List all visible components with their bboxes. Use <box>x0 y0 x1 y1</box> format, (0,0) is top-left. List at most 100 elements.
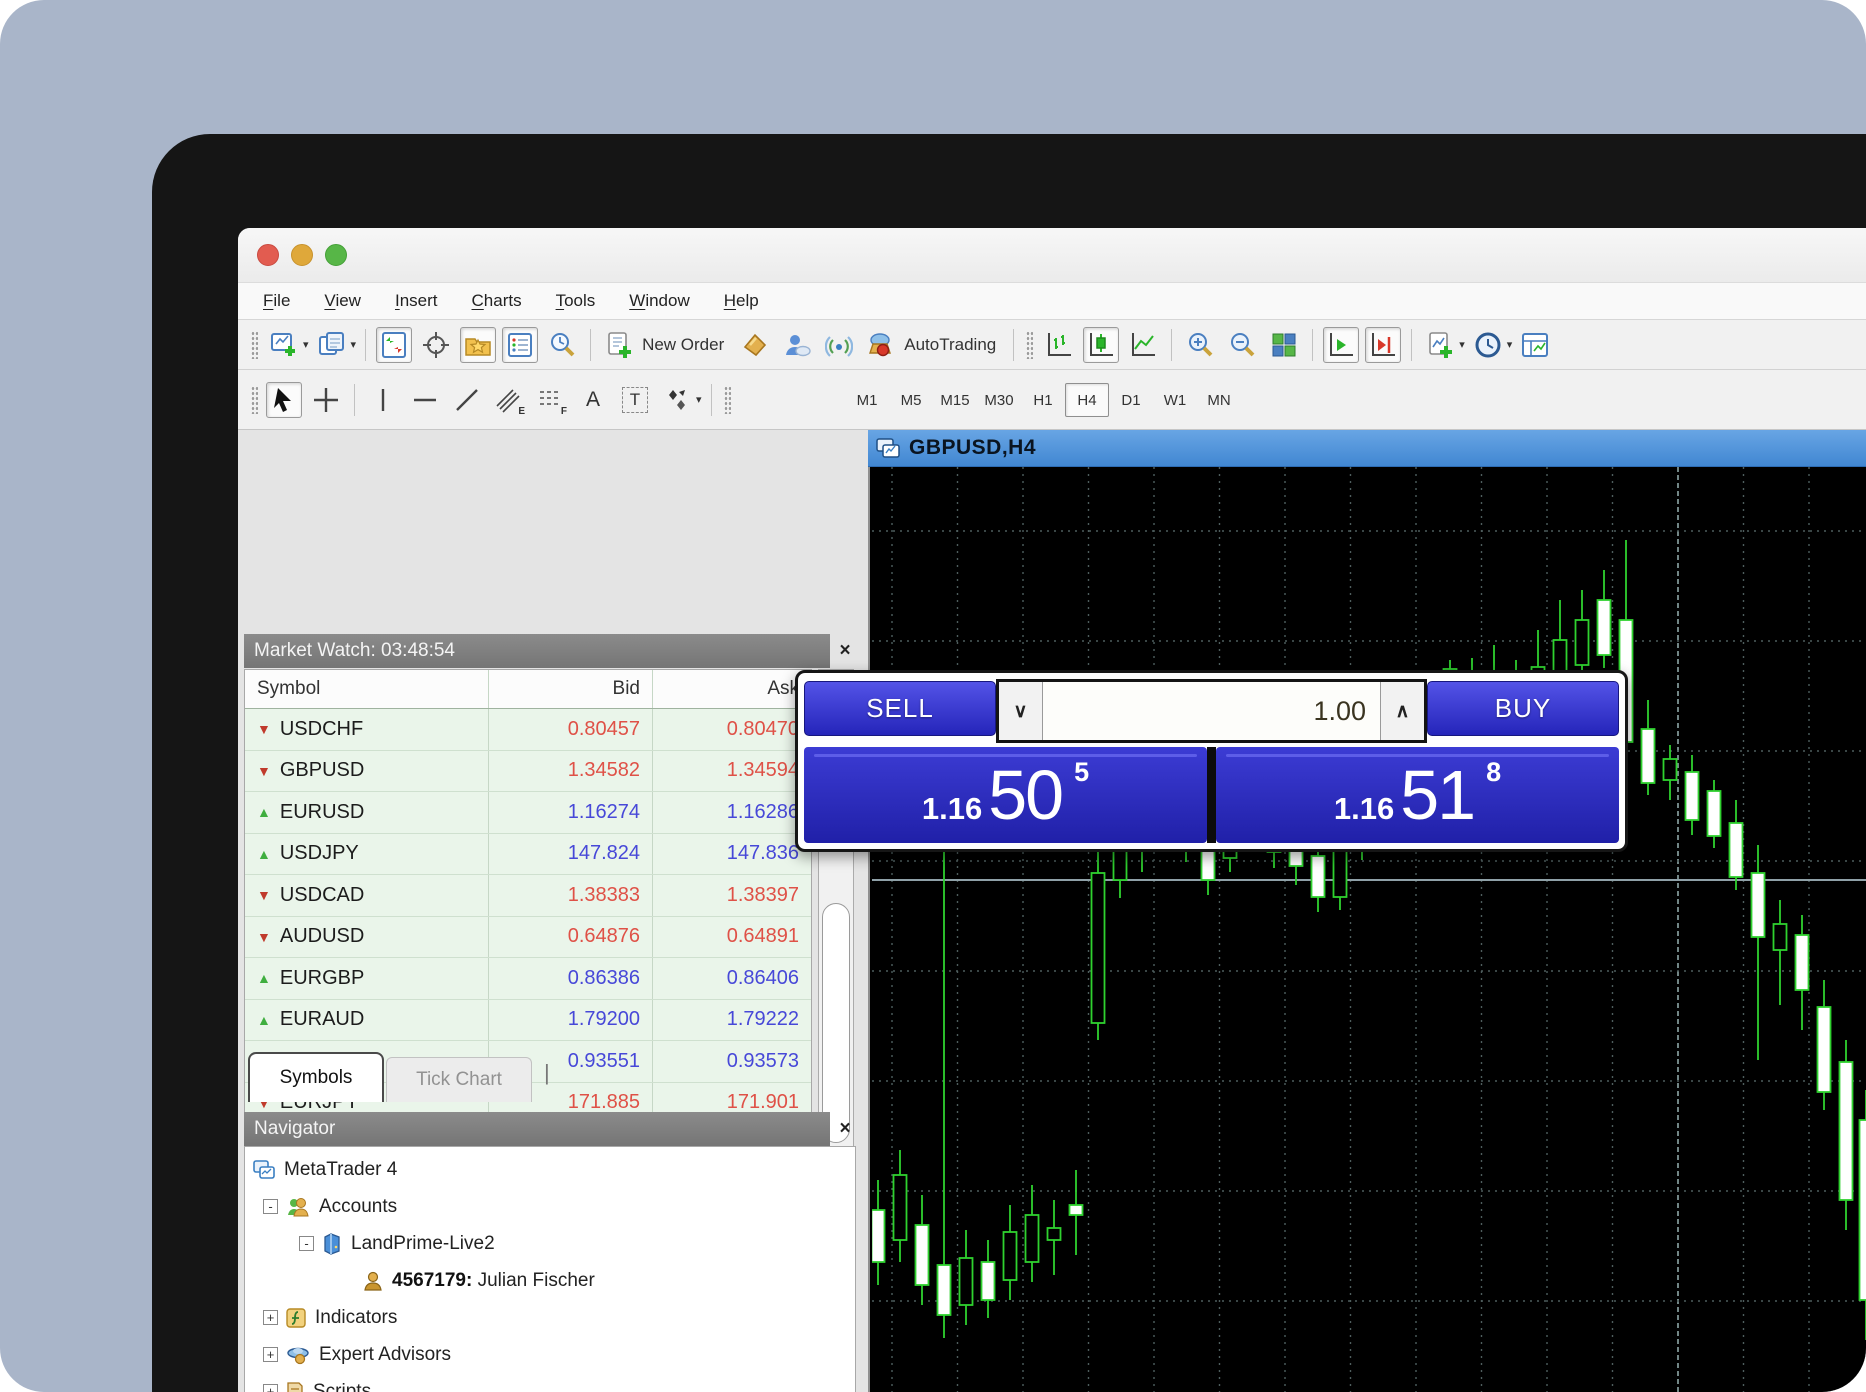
channel-tool-button[interactable]: E <box>491 382 527 418</box>
text-label-tool-button[interactable]: T <box>617 382 653 418</box>
new-chart-button[interactable] <box>266 327 302 363</box>
buy-price-panel[interactable]: 1.16 51 8 <box>1216 747 1619 843</box>
chevron-down-icon[interactable]: ▾ <box>1507 338 1513 351</box>
autotrading-button[interactable] <box>863 327 899 363</box>
buy-button[interactable]: BUY <box>1427 681 1619 736</box>
market-watch-close-button[interactable]: × <box>834 638 856 664</box>
profiles-button[interactable] <box>314 327 350 363</box>
menu-item-charts[interactable]: Charts <box>455 291 539 311</box>
candlestick-mode-button[interactable] <box>1083 327 1119 363</box>
toolbar-grip[interactable] <box>251 386 258 414</box>
table-row-usdcad[interactable]: ▼USDCAD1.383831.38397 <box>245 875 811 917</box>
cursor-tool-button[interactable] <box>266 382 302 418</box>
sell-price-panel[interactable]: 1.16 50 5 <box>804 747 1207 843</box>
nav-item-metatrader-4[interactable]: MetaTrader 4 <box>245 1151 855 1188</box>
toolbar-grip[interactable] <box>724 386 731 414</box>
nav-item-landprime-live2[interactable]: -LandPrime-Live2 <box>245 1225 855 1262</box>
timeframe-H4[interactable]: H4 <box>1065 383 1109 417</box>
column-header-ask[interactable]: Ask <box>653 670 811 708</box>
fibonacci-tool-button[interactable]: F <box>533 382 569 418</box>
chevron-down-icon[interactable]: ▾ <box>351 338 357 351</box>
new-order-label[interactable]: New Order <box>642 335 724 355</box>
tree-expander[interactable]: - <box>263 1199 278 1214</box>
menu-item-help[interactable]: Help <box>707 291 776 311</box>
table-row-gbpusd[interactable]: ▼GBPUSD1.345821.34594 <box>245 751 811 793</box>
templates-button[interactable] <box>1517 327 1553 363</box>
timeframe-M15[interactable]: M15 <box>933 383 977 417</box>
timeframe-M1[interactable]: M1 <box>845 383 889 417</box>
new-order-button[interactable] <box>601 327 637 363</box>
nav-item-4567179[interactable]: 4567179: Julian Fischer <box>245 1262 855 1299</box>
menu-item-file[interactable]: File <box>246 291 307 311</box>
line-chart-mode-button[interactable] <box>1125 327 1161 363</box>
nav-item-indicators[interactable]: +Indicators <box>245 1299 855 1336</box>
sell-button[interactable]: SELL <box>804 681 996 736</box>
market-watch-toggle-button[interactable] <box>376 327 412 363</box>
vertical-line-tool-button[interactable] <box>365 382 401 418</box>
timeframe-MN[interactable]: MN <box>1197 383 1241 417</box>
chart-area[interactable] <box>868 467 1866 1392</box>
tab-symbols[interactable]: Symbols <box>248 1052 384 1102</box>
volume-decrease-button[interactable]: ∨ <box>999 682 1043 740</box>
timeframe-W1[interactable]: W1 <box>1153 383 1197 417</box>
text-tool-button[interactable]: A <box>575 382 611 418</box>
table-row-euraud[interactable]: ▲EURAUD1.792001.79222 <box>245 1000 811 1042</box>
tree-expander[interactable]: + <box>263 1310 278 1325</box>
nav-item-scripts[interactable]: +Scripts <box>245 1373 855 1392</box>
chevron-down-icon[interactable]: ▾ <box>303 338 309 351</box>
tile-windows-button[interactable] <box>1266 327 1302 363</box>
toolbar-grip[interactable] <box>1026 331 1033 359</box>
tree-expander[interactable]: + <box>263 1347 278 1362</box>
arrows-tool-button[interactable] <box>659 382 695 418</box>
periods-button[interactable] <box>1470 327 1506 363</box>
table-row-audusd[interactable]: ▼AUDUSD0.648760.64891 <box>245 917 811 959</box>
table-row-usdchf[interactable]: ▼USDCHF0.804570.80470 <box>245 709 811 751</box>
community-button[interactable] <box>779 327 815 363</box>
zoom-in-button[interactable] <box>1182 327 1218 363</box>
strategy-tester-button[interactable] <box>544 327 580 363</box>
zoom-window-button[interactable] <box>325 244 347 266</box>
horizontal-line-tool-button[interactable] <box>407 382 443 418</box>
table-row-eurusd[interactable]: ▲EURUSD1.162741.16286 <box>245 792 811 834</box>
tree-expander[interactable]: + <box>263 1384 278 1392</box>
bar-chart-mode-button[interactable] <box>1041 327 1077 363</box>
menu-item-insert[interactable]: Insert <box>378 291 455 311</box>
auto-scroll-button[interactable] <box>1323 327 1359 363</box>
volume-input[interactable]: 1.00 <box>1043 682 1380 740</box>
toolbar-grip[interactable] <box>251 331 258 359</box>
tab-tick-chart[interactable]: Tick Chart <box>386 1057 532 1102</box>
indicators-button[interactable] <box>1422 327 1458 363</box>
tree-expander[interactable]: - <box>299 1236 314 1251</box>
mql-book-button[interactable] <box>737 327 773 363</box>
nav-item-expert-advisors[interactable]: +Expert Advisors <box>245 1336 855 1373</box>
column-header-bid[interactable]: Bid <box>489 670 653 708</box>
timeframe-M30[interactable]: M30 <box>977 383 1021 417</box>
zoom-out-button[interactable] <box>1224 327 1260 363</box>
nav-item-accounts[interactable]: -Accounts <box>245 1188 855 1225</box>
chevron-down-icon[interactable]: ▾ <box>696 393 702 406</box>
terminal-toggle-button[interactable] <box>502 327 538 363</box>
panel-splitter[interactable] <box>856 430 868 1392</box>
timeframe-D1[interactable]: D1 <box>1109 383 1153 417</box>
table-row-usdjpy[interactable]: ▲USDJPY147.824147.836 <box>245 834 811 876</box>
column-header-symbol[interactable]: Symbol <box>245 670 489 708</box>
menu-item-window[interactable]: Window <box>612 291 706 311</box>
table-row-eurgbp[interactable]: ▲EURGBP0.863860.86406 <box>245 958 811 1000</box>
menu-item-tools[interactable]: Tools <box>539 291 613 311</box>
timeframe-M5[interactable]: M5 <box>889 383 933 417</box>
volume-increase-button[interactable]: ∧ <box>1380 682 1424 740</box>
navigator-close-button[interactable]: × <box>834 1116 856 1142</box>
crosshair-tool-button[interactable] <box>308 382 344 418</box>
autotrading-label[interactable]: AutoTrading <box>904 335 996 355</box>
trendline-tool-button[interactable] <box>449 382 485 418</box>
scrollbar-thumb[interactable] <box>822 903 850 1143</box>
navigator-toggle-button[interactable] <box>460 327 496 363</box>
signals-button[interactable] <box>821 327 857 363</box>
minimize-window-button[interactable] <box>291 244 313 266</box>
chart-shift-button[interactable] <box>1365 327 1401 363</box>
chevron-down-icon[interactable]: ▾ <box>1459 338 1465 351</box>
close-window-button[interactable] <box>257 244 279 266</box>
data-window-button[interactable] <box>418 327 454 363</box>
menu-item-view[interactable]: View <box>307 291 378 311</box>
timeframe-H1[interactable]: H1 <box>1021 383 1065 417</box>
